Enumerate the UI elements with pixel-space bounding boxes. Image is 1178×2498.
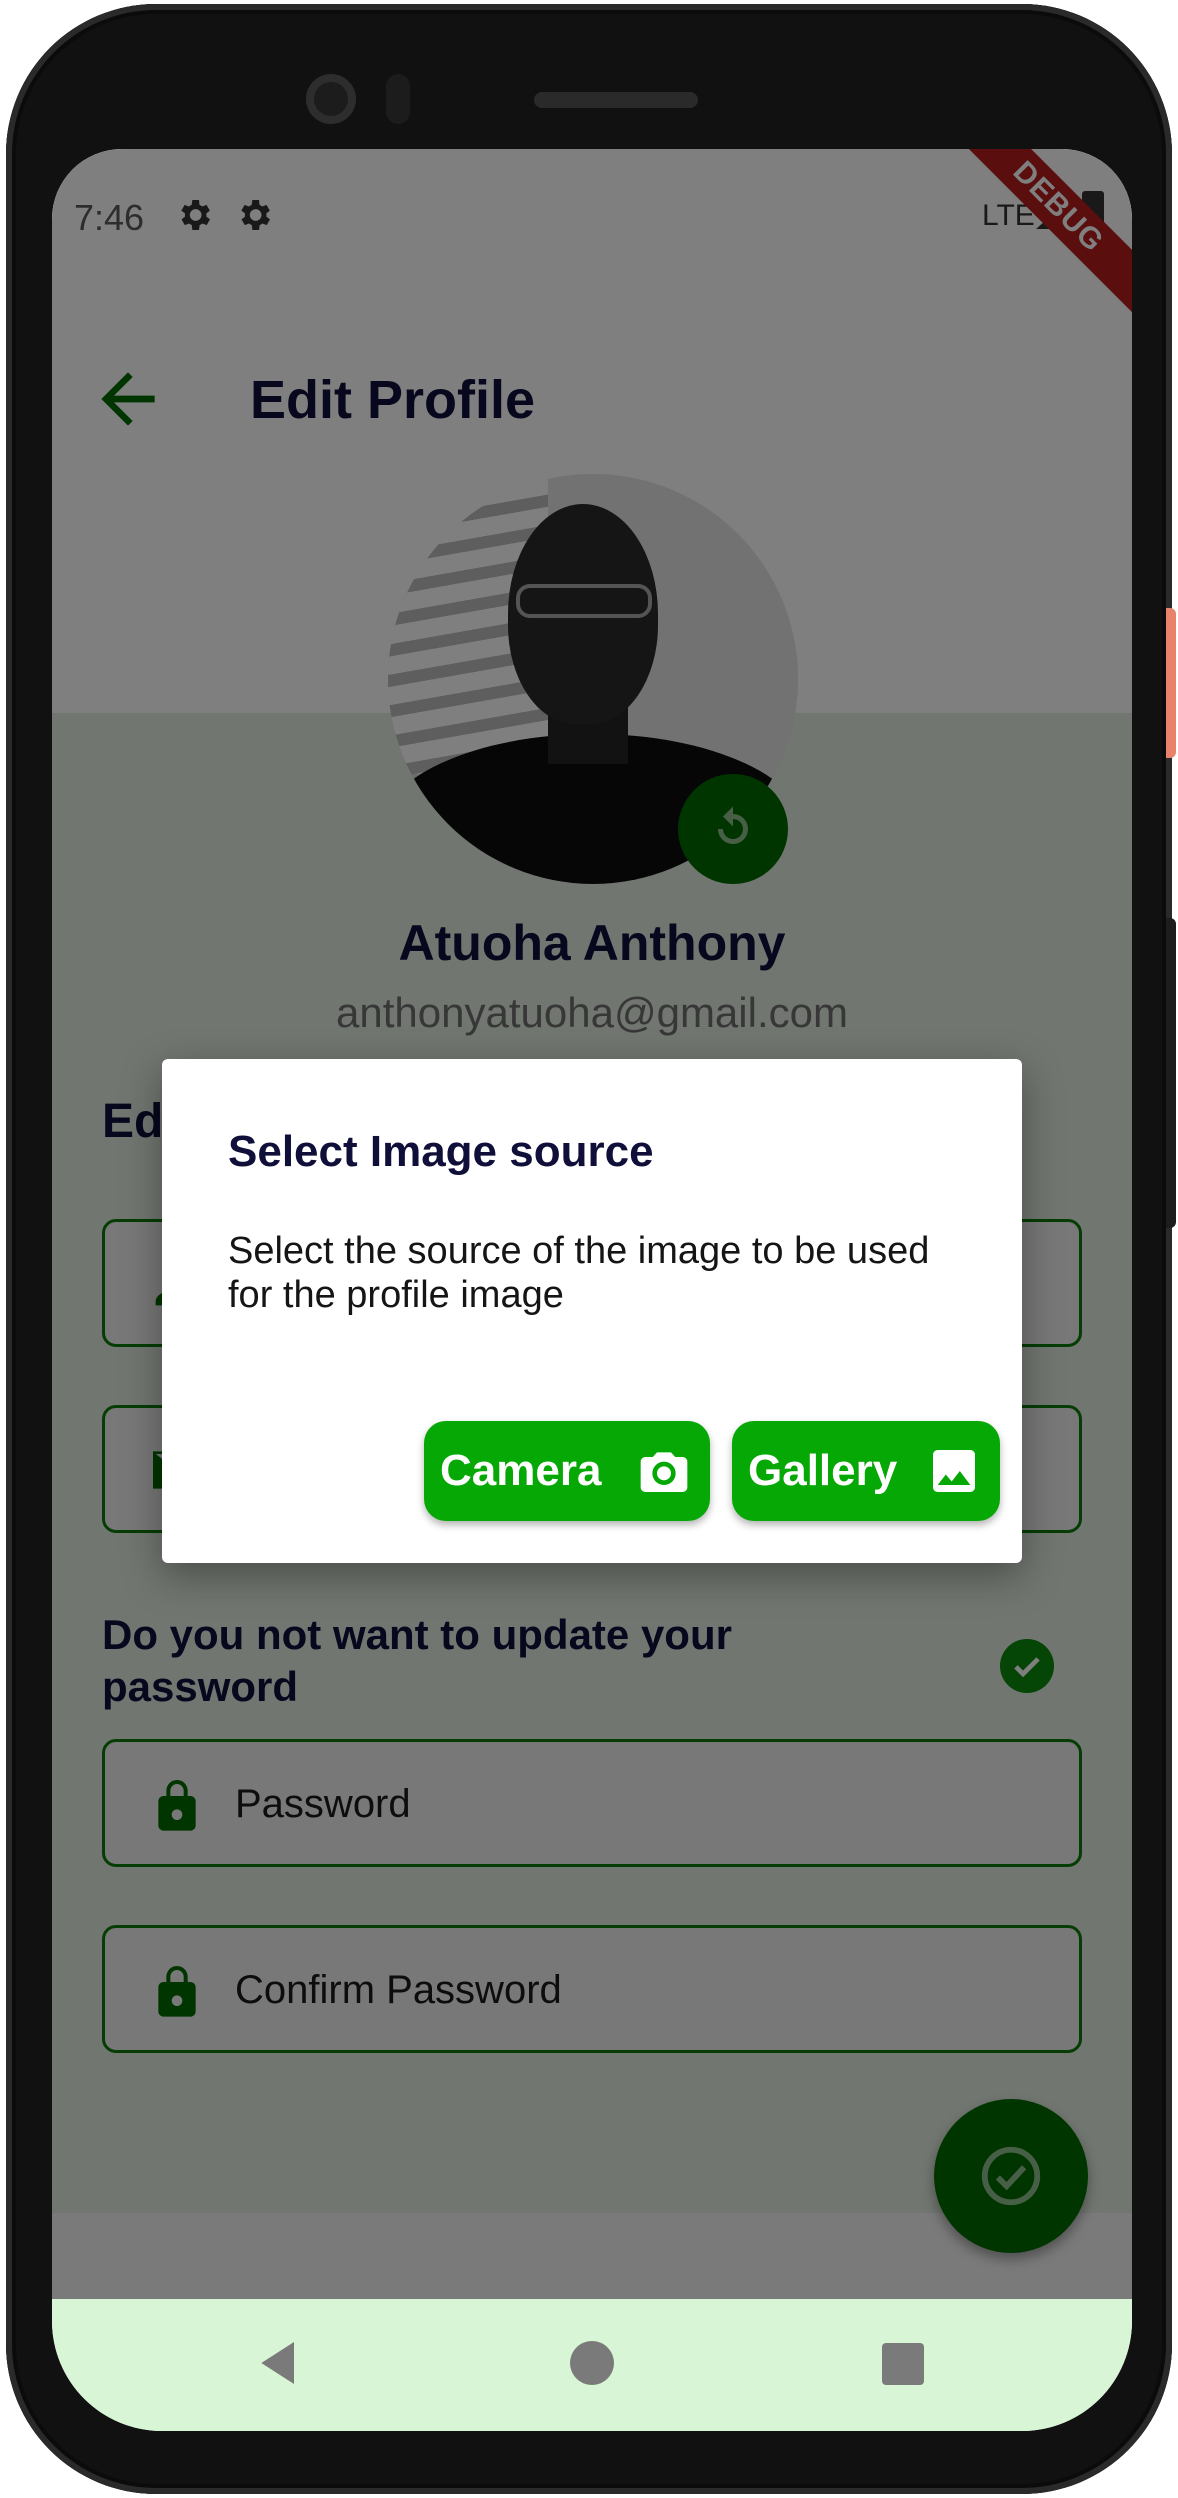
- front-sensor: [386, 74, 410, 124]
- phone-frame: 7:46 LTE DEBUG Edit Profile: [6, 4, 1172, 2494]
- dialog-message: Select the source of the image to be use…: [228, 1230, 930, 1316]
- volume-button: [1166, 918, 1176, 1228]
- nav-recents-icon[interactable]: [882, 2343, 924, 2385]
- nav-back-icon[interactable]: [252, 2335, 308, 2391]
- camera-button[interactable]: Camera: [424, 1421, 710, 1521]
- screen: 7:46 LTE DEBUG Edit Profile: [52, 149, 1132, 2431]
- dialog-title: Select Image source: [228, 1127, 654, 1176]
- system-nav-bar: [52, 2299, 1132, 2431]
- image-source-dialog: Select Image source Select the source of…: [162, 1059, 1022, 1563]
- earpiece-speaker: [534, 92, 698, 108]
- camera-button-label: Camera: [440, 1446, 602, 1495]
- gallery-button-label: Gallery: [748, 1446, 898, 1495]
- nav-home-icon[interactable]: [570, 2341, 614, 2385]
- gallery-button[interactable]: Gallery: [732, 1421, 1000, 1521]
- image-icon: [926, 1443, 982, 1499]
- camera-icon: [636, 1443, 692, 1499]
- power-button: [1166, 608, 1176, 758]
- front-camera: [306, 74, 356, 124]
